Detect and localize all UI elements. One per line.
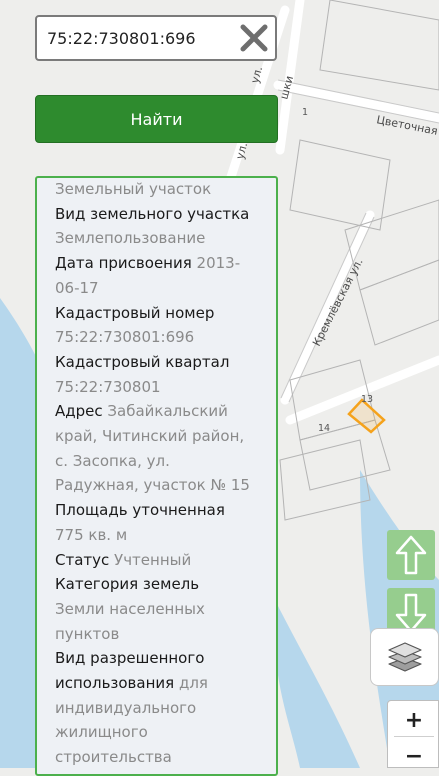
parcel-info-panel[interactable]: Земельный участок Вид земельного участка… — [35, 176, 278, 776]
land-category-value-1: Земли населенных — [55, 599, 205, 618]
plot-label-1: 1 — [302, 107, 308, 118]
address-line-2: край, Читинский район, — [55, 427, 245, 446]
land-category-label: Категория земель — [55, 575, 200, 594]
permitted-use-label-2: использования — [55, 674, 175, 693]
zoom-divider — [394, 736, 434, 737]
object-type-value: Земельный участок — [55, 180, 212, 198]
status-label: Статус — [55, 550, 110, 569]
layers-icon — [387, 642, 422, 672]
scroll-up-button[interactable] — [387, 530, 435, 580]
search-box — [35, 15, 277, 61]
find-button[interactable]: Найти — [35, 95, 278, 143]
permitted-use-label-1: Вид разрешенного — [55, 649, 205, 668]
zoom-out-button[interactable]: − — [388, 739, 438, 768]
land-category-value-2: пунктов — [55, 624, 120, 643]
address-line-4: Радужная, участок № 15 — [55, 476, 250, 495]
area-value: 775 кв. м — [55, 525, 128, 544]
layers-button[interactable] — [370, 628, 439, 686]
date-label: Дата присвоения — [55, 254, 192, 273]
clear-search-button[interactable] — [239, 23, 269, 53]
cadastral-number-value: 75:22:730801:696 — [55, 328, 195, 347]
cadastral-number-label: Кадастровый номер — [55, 303, 215, 322]
area-label: Площадь уточненная — [55, 501, 225, 520]
cadastral-quarter-label: Кадастровый квартал — [55, 352, 230, 371]
zoom-in-button[interactable]: + — [388, 703, 438, 737]
date-value-part2: 06-17 — [55, 278, 99, 297]
plot-label-13: 13 — [361, 394, 373, 405]
date-value-part1: 2013- — [196, 254, 241, 273]
arrow-up-icon — [395, 535, 427, 575]
zoom-controls: + − — [387, 700, 439, 768]
land-type-value: Землепользование — [55, 229, 206, 248]
permitted-use-value-4: строительства — [55, 748, 172, 767]
plot-label-14: 14 — [318, 423, 330, 434]
cadastral-quarter-value: 75:22:730801 — [55, 377, 161, 396]
arrow-down-icon — [395, 593, 427, 633]
permitted-use-value-1: для — [178, 674, 208, 693]
permitted-use-value-2: индивидуального — [55, 698, 197, 717]
parcel-info-content: Земельный участок Вид земельного участка… — [55, 178, 260, 770]
permitted-use-value-3: жилищного — [55, 723, 148, 742]
close-icon — [240, 24, 268, 52]
address-label: Адрес — [55, 402, 103, 421]
address-line-1: Забайкальский — [107, 402, 228, 421]
land-type-label: Вид земельного участка — [55, 204, 250, 223]
address-line-3: с. Засопка, ул. — [55, 451, 170, 470]
status-value: Учтенный — [114, 550, 192, 569]
cadastral-search-input[interactable] — [47, 17, 237, 59]
